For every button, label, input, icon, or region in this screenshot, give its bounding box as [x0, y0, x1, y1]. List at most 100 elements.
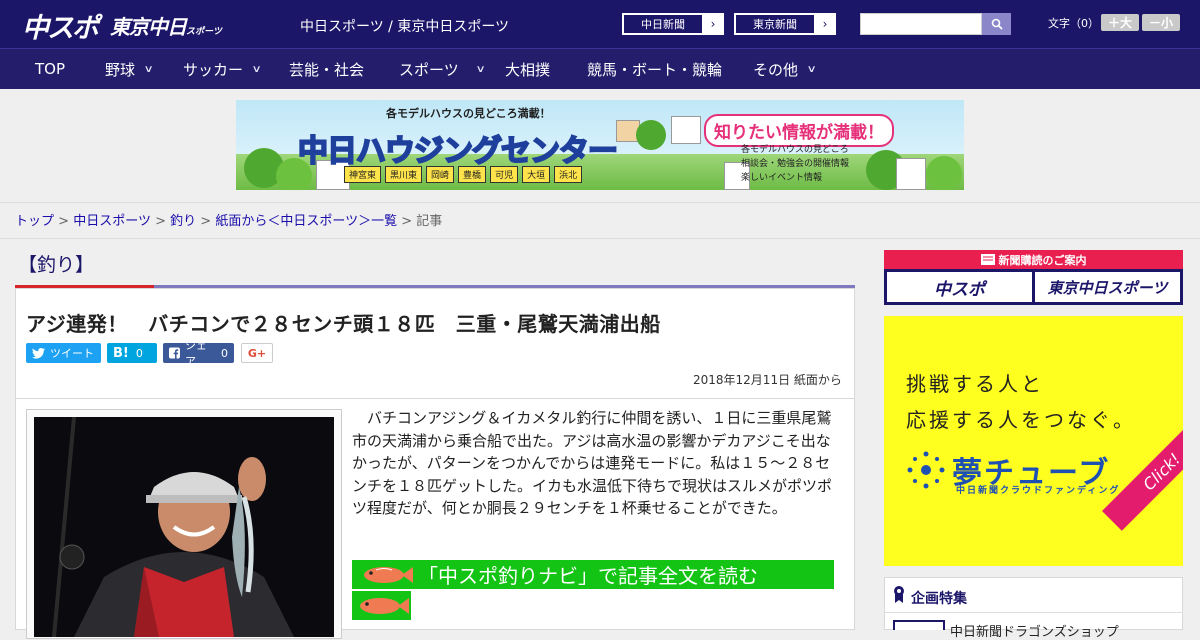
article-divider	[15, 398, 855, 399]
nav-item-label: TOP	[35, 60, 66, 78]
chevron-right-icon: ›	[703, 14, 723, 34]
breadcrumb-separator: >	[401, 214, 413, 229]
nav-item-label: 競馬・ボート・競輪	[587, 60, 723, 79]
font-decrease-button[interactable]: －小	[1142, 14, 1180, 31]
nav-item-label: 芸能・社会	[289, 60, 365, 79]
yume-tagline-1: 挑戦する人と	[906, 372, 1044, 396]
tree-graphic	[926, 156, 962, 190]
house-graphic	[896, 158, 926, 190]
facebook-share-button[interactable]: シェア 0	[163, 339, 234, 368]
site-title: 中日スポーツ / 東京中日スポーツ	[300, 19, 510, 35]
main-nav: TOP 野球 ∨ サッカー ∨ 芸能・社会 スポーツ ∨ 大相撲 競馬・ボート・…	[0, 48, 1200, 89]
search-input[interactable]	[860, 13, 982, 35]
nav-item-sumo[interactable]: 大相撲	[505, 49, 550, 89]
location-pill: 黒川東	[385, 166, 423, 183]
nav-item-baseball[interactable]: 野球 ∨	[105, 49, 154, 89]
tokyo-logo-small: スポーツ	[186, 27, 222, 37]
location-pill: 神宮東	[344, 166, 382, 183]
yume-tagline-2: 応援する人をつなぐ。	[906, 408, 1136, 432]
ad-locations: 神宮東 黒川東 岡崎 豊橋 可児 大垣 浜北	[344, 166, 583, 183]
facebook-icon	[169, 347, 180, 359]
nav-item-entertainment[interactable]: 芸能・社会	[289, 49, 364, 89]
article-date: 2018年12月11日 紙面から	[693, 373, 842, 387]
chevron-right-icon: ›	[815, 14, 835, 34]
fish-icon	[364, 566, 413, 583]
hatena-icon: B!	[113, 345, 129, 361]
tokyo-shimbun-link[interactable]: 東京新聞 ›	[734, 13, 836, 35]
ad-main-title: 中日ハウジングセンター	[297, 133, 619, 170]
font-increase-button[interactable]: ＋大	[1101, 14, 1139, 31]
tokyo-chunichi-logo[interactable]: 東京中日スポーツ	[110, 11, 222, 40]
tweet-label: ツイート	[50, 347, 94, 360]
google-plus-button[interactable]: G+	[241, 343, 273, 363]
ext-link-label: 中日新聞	[623, 14, 703, 34]
chevron-down-icon: ∨	[806, 63, 817, 75]
search-button[interactable]	[982, 13, 1011, 35]
breadcrumb-current: 記事	[416, 214, 443, 229]
subscription-heading-label: 新聞購読のご案内	[998, 253, 1087, 267]
article-photo[interactable]	[34, 417, 334, 637]
twitter-icon	[32, 347, 45, 359]
yume-dots-icon	[907, 451, 945, 489]
nav-item-other[interactable]: その他 ∨	[753, 49, 817, 89]
feature-divider	[884, 612, 1183, 613]
tree-graphic	[636, 120, 666, 150]
location-pill: 大垣	[522, 166, 551, 183]
fishing-navi-link-continued[interactable]	[352, 591, 411, 620]
feature-item-dragons-shop[interactable]: 中日新聞ドラゴンズショップ	[950, 621, 1119, 640]
breadcrumb-link-fishing[interactable]: 釣り	[170, 214, 196, 229]
site-header: 中スポ 東京中日スポーツ 中日スポーツ / 東京中日スポーツ 中日新聞 › 東京…	[0, 0, 1200, 48]
ext-link-label: 東京新聞	[735, 14, 815, 34]
location-pill: 豊橋	[458, 166, 487, 183]
feature-section-title: 企画特集	[911, 591, 967, 607]
breadcrumb-link-list[interactable]: 紙面から＜中日スポーツ＞一覧	[215, 214, 397, 229]
article-body: バチコンアジング＆イカメタル釣行に仲間を誘い、１日に三重県尾鷲市の天満浦から乗合…	[352, 409, 833, 517]
nav-item-top[interactable]: TOP	[35, 49, 65, 89]
hatena-count: 0	[135, 346, 143, 360]
ribbon-icon	[894, 586, 904, 603]
housing-center-ad[interactable]: 各モデルハウスの見どころ満載！ 中日ハウジングセンター 神宮東 黒川東 岡崎 豊…	[236, 100, 964, 190]
location-pill: 岡崎	[426, 166, 455, 183]
nav-item-label: スポーツ	[399, 60, 459, 79]
tokyo-logo-text: 東京中日	[110, 15, 187, 39]
ad-top-line: 各モデルハウスの見どころ満載！	[386, 107, 551, 120]
breadcrumb-separator: >	[200, 214, 212, 229]
breadcrumb-link-top[interactable]: トップ	[15, 214, 54, 229]
ad-feature: 各モデルハウスの見どころ	[741, 145, 849, 155]
hatena-bookmark-button[interactable]: B! 0	[107, 343, 157, 363]
nav-item-label: サッカー	[183, 60, 244, 79]
nav-item-label: その他	[753, 60, 799, 79]
yume-tube-ad[interactable]: 挑戦する人と 応援する人をつなぐ。 夢チューブ 中日新聞クラウドファンディング …	[884, 316, 1183, 566]
dragons-shop-thumbnail[interactable]	[893, 620, 945, 630]
nav-item-soccer[interactable]: サッカー ∨	[183, 49, 262, 89]
search-icon	[991, 18, 1003, 30]
chunichi-shimbun-link[interactable]: 中日新聞 ›	[622, 13, 724, 35]
chuspo-logo[interactable]: 中スポ	[22, 6, 99, 45]
google-plus-icon: G+	[247, 346, 267, 360]
breadcrumb-separator: >	[58, 214, 70, 229]
category-label: 【釣り】	[18, 254, 95, 276]
facebook-share-label: シェア	[184, 339, 207, 368]
nav-item-label: 野球	[105, 60, 136, 79]
location-pill: 可児	[490, 166, 519, 183]
subscription-heading: 新聞購読のご案内	[884, 250, 1183, 269]
yume-subtitle: 中日新聞クラウドファンディング	[956, 486, 1121, 496]
subscribe-chuspo-button[interactable]: 中スポ	[887, 272, 1032, 302]
chevron-down-icon: ∨	[251, 63, 262, 75]
tweet-button[interactable]: ツイート	[26, 343, 101, 363]
breadcrumb-link-chunichi-sports[interactable]: 中日スポーツ	[73, 214, 151, 229]
nav-item-sports[interactable]: スポーツ ∨	[399, 49, 485, 89]
angler-with-fish-photo	[34, 417, 334, 637]
font-size-label: 文字（0）	[1048, 17, 1099, 30]
fishing-navi-label: 「中スポ釣りナビ」で記事全文を読む	[418, 564, 758, 588]
breadcrumb-separator: >	[155, 214, 166, 229]
newspaper-icon	[980, 254, 995, 265]
fishing-navi-link[interactable]: 「中スポ釣りナビ」で記事全文を読む	[352, 560, 834, 589]
chevron-down-icon: ∨	[143, 63, 154, 75]
fish-icon	[359, 597, 409, 614]
nav-item-racing[interactable]: 競馬・ボート・競輪	[587, 49, 722, 89]
location-pill: 浜北	[554, 166, 583, 183]
subscribe-tokyo-chunichi-button[interactable]: 東京中日スポーツ	[1035, 272, 1180, 302]
subscription-box: 新聞購読のご案内 中スポ 東京中日スポーツ	[884, 250, 1183, 305]
house-graphic	[671, 116, 701, 144]
